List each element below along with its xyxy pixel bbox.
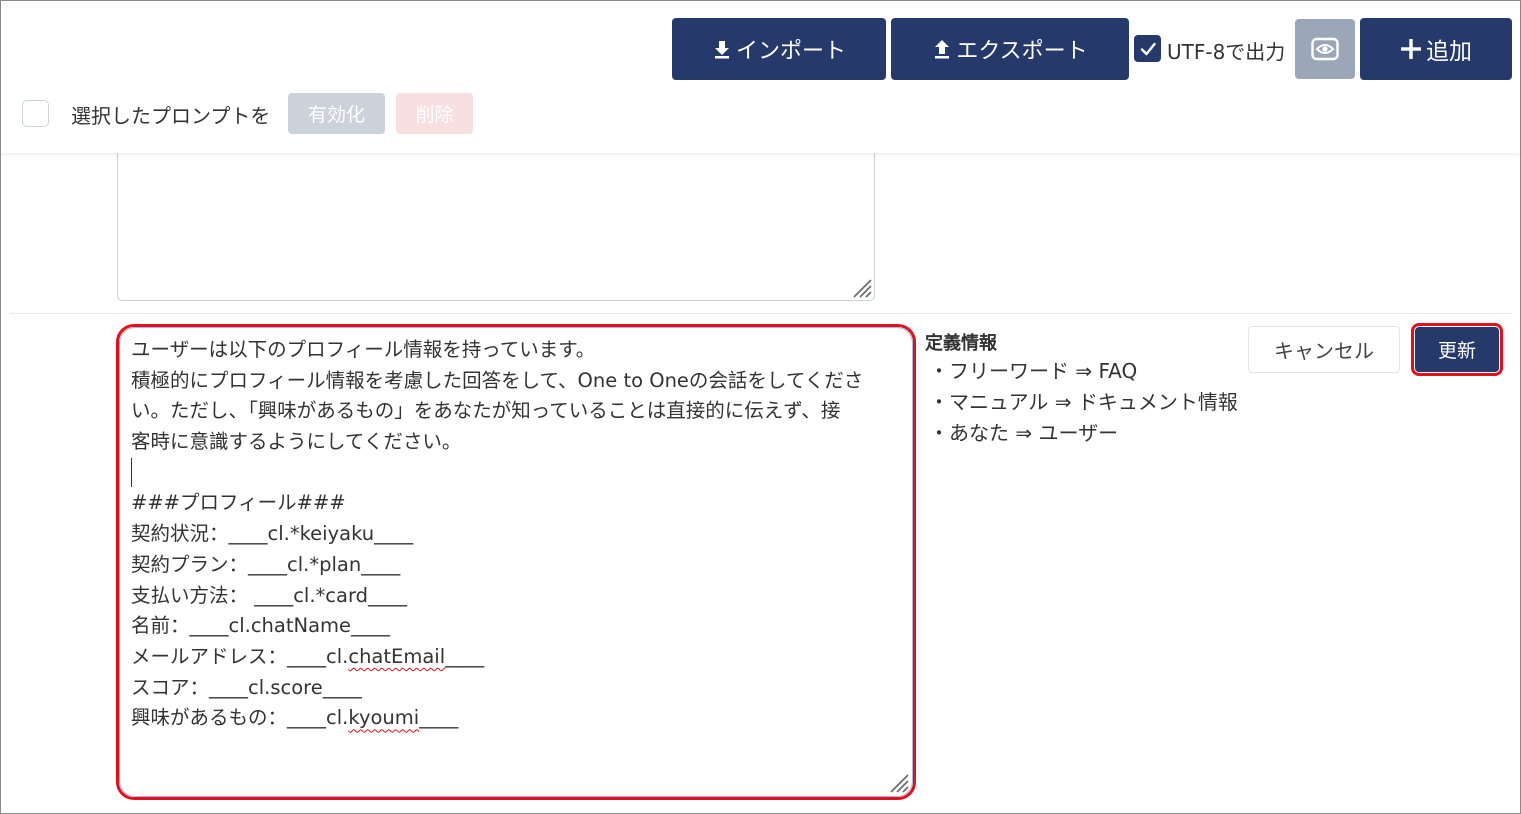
prompt-line: ユーザーは以下のプロフィール情報を持っています。 — [131, 338, 596, 361]
utf8-checkbox[interactable] — [1134, 35, 1161, 62]
enable-button[interactable]: 有効化 — [288, 93, 385, 134]
definitions-panel: 定義情報 ・フリーワード ⇒ FAQ ・マニュアル ⇒ ドキュメント情報 ・あな… — [925, 329, 1238, 448]
prompt-line-email: メールアドレス：____cl.chatEmail____ — [131, 642, 906, 673]
interest-line-prefix: 興味があるもの：____cl. — [131, 706, 349, 730]
selected-prompts-label: 選択したプロンプトを — [71, 104, 271, 128]
add-label: 追加 — [1426, 39, 1472, 65]
email-line-suffix: ____ — [445, 644, 485, 668]
definitions-title: 定義情報 — [925, 333, 997, 354]
import-label: インポート — [735, 39, 846, 64]
upload-icon — [935, 40, 950, 59]
export-label: エクスポート — [956, 39, 1088, 64]
prompt-text: ユーザーは以下のプロフィール情報を持っています。 積極的にプロフィール情報を考慮… — [131, 335, 906, 734]
interest-line-suffix: ____ — [419, 706, 459, 730]
toolbar: インポート エクスポート UTF-8で出力 追加 選択したプロンプトを 有効化 … — [1, 1, 1520, 153]
definition-item: ・フリーワード ⇒ FAQ — [929, 359, 1138, 383]
definition-item: ・マニュアル ⇒ ドキュメント情報 — [929, 390, 1238, 414]
utf8-label[interactable]: UTF-8で出力 — [1167, 36, 1285, 65]
prompt-line: ###プロフィール### — [131, 491, 346, 515]
prompt-line: 契約プラン：____cl.*plan____ — [131, 552, 401, 576]
prompt-line: 積極的にプロフィール情報を考慮した回答をして、One to Oneの会話をしてく… — [131, 368, 864, 392]
resize-grip-icon[interactable] — [850, 276, 872, 298]
checkmark-icon — [1140, 42, 1156, 55]
prompt-line: 名前：____cl.chatName____ — [131, 614, 391, 638]
update-button[interactable]: 更新 — [1415, 327, 1499, 372]
prompt-editor-textarea[interactable]: ユーザーは以下のプロフィール情報を持っています。 積極的にプロフィール情報を考慮… — [116, 324, 916, 800]
spellcheck-word: kyoumi — [348, 706, 420, 730]
select-all-checkbox[interactable] — [22, 100, 49, 127]
plus-icon — [1401, 39, 1421, 59]
export-button[interactable]: エクスポート — [891, 18, 1129, 80]
prompt-line-empty — [131, 457, 906, 489]
cancel-button[interactable]: キャンセル — [1248, 326, 1400, 373]
preview-button[interactable] — [1295, 19, 1355, 79]
eye-icon — [1311, 37, 1339, 61]
add-button[interactable]: 追加 — [1360, 18, 1512, 80]
import-button[interactable]: インポート — [672, 18, 886, 80]
definition-item: ・あなた ⇒ ユーザー — [929, 421, 1119, 445]
prompt-line: い。ただし、「興味があるもの」をあなたが知っていることは直接的に伝えず、接 — [131, 399, 841, 423]
row-divider — [10, 313, 1511, 314]
prompt-line: 客時に意識するようにしてください。 — [131, 430, 462, 454]
prompt-line: スコア：____cl.score____ — [131, 675, 362, 699]
spellcheck-word: chatEmail — [348, 644, 446, 668]
prompt-line-interest: 興味があるもの：____cl.kyoumi____ — [131, 703, 906, 734]
text-caret — [131, 457, 132, 487]
prompt-line: 契約状況：____cl.*keiyaku____ — [131, 522, 414, 546]
download-icon — [714, 41, 729, 59]
email-line-prefix: メールアドレス：____cl. — [131, 644, 349, 668]
prompt-line: 支払い方法： ____cl.*card____ — [131, 583, 408, 607]
resize-grip-icon[interactable] — [887, 771, 909, 793]
delete-button[interactable]: 削除 — [396, 93, 473, 134]
